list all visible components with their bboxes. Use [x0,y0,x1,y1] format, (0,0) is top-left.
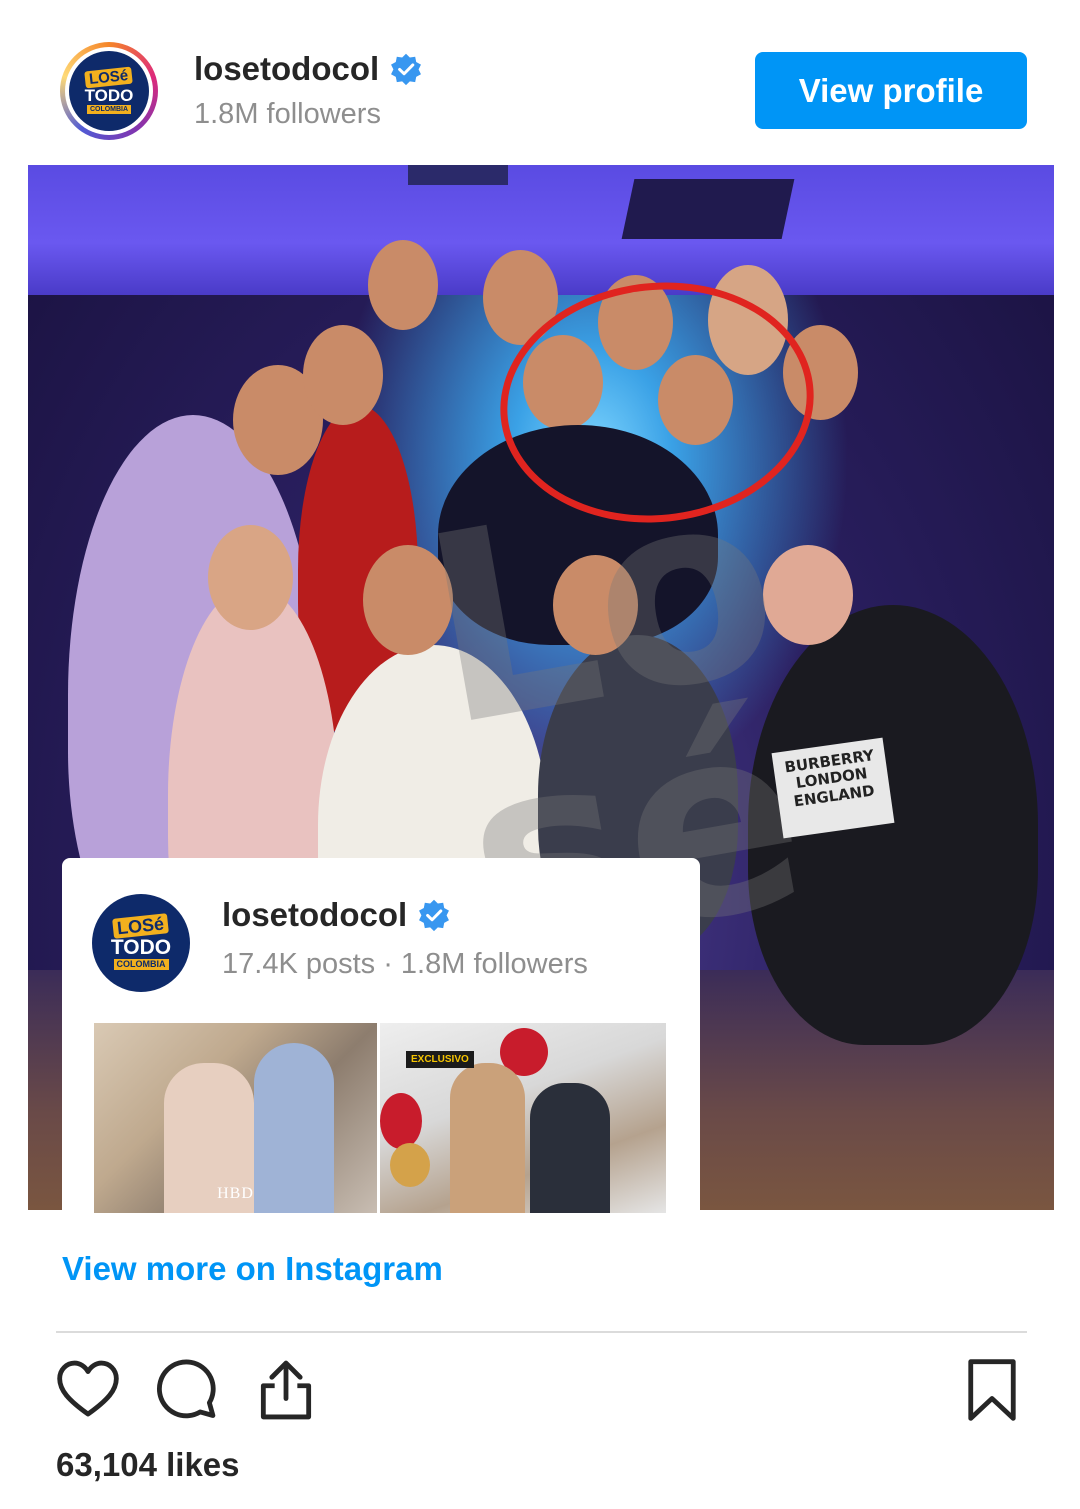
person-head [303,325,383,425]
logo-bottom-text: COLOMBIA [86,104,132,114]
view-profile-button[interactable]: View profile [755,52,1027,129]
logo-top-text: LOSé [84,66,134,88]
logo-bottom-text: COLOMBIA [113,959,169,970]
card-username[interactable]: losetodocol [222,896,451,934]
verified-badge-icon [419,899,450,932]
ceiling-panel [621,179,795,239]
losetodo-logo: LOSé TODO COLOMBIA [69,51,149,131]
view-more-link[interactable]: View more on Instagram [62,1250,443,1288]
post-thumbnail[interactable]: EXCLUSIVO [380,1023,666,1213]
logo-mid-text: TODO [110,936,172,959]
comment-icon[interactable] [152,1356,220,1424]
ceiling-vent [408,165,508,185]
follower-count: 1.8M followers [194,98,381,130]
thumbnail-caption: HBD [217,1185,254,1202]
username-text[interactable]: losetodocol [194,50,379,88]
bookmark-icon[interactable] [958,1356,1026,1424]
embed-profile-card[interactable]: LOSé TODO COLOMBIA losetodocol 17.4K pos… [62,858,700,1218]
balloon-decoration [380,1093,422,1149]
card-username-text[interactable]: losetodocol [222,896,407,934]
thumbnail-figure [450,1063,525,1213]
person-head [208,525,293,630]
logo-top-text: LOSé [112,913,170,939]
profile-username[interactable]: losetodocol [194,50,423,88]
divider [56,1331,1027,1333]
exclusive-tag: EXCLUSIVO [406,1051,474,1068]
heart-icon[interactable] [54,1356,122,1424]
verified-badge-icon [391,53,422,86]
thumbnail-figure [530,1083,610,1213]
logo-mid-text: TODO [84,85,134,105]
share-icon[interactable] [252,1356,320,1424]
shirt-text: BURBERRY LONDON ENGLAND [771,737,895,839]
profile-avatar[interactable]: LOSé TODO COLOMBIA [60,42,158,140]
balloon-decoration [390,1143,430,1187]
avatar-ring: LOSé TODO COLOMBIA [65,47,153,135]
card-stats: 17.4K posts · 1.8M followers [222,948,588,980]
like-count: 63,104 likes [56,1446,240,1483]
card-avatar[interactable]: LOSé TODO COLOMBIA [92,894,190,992]
person-head [368,240,438,330]
post-thumbnail[interactable]: HBD [94,1023,377,1213]
